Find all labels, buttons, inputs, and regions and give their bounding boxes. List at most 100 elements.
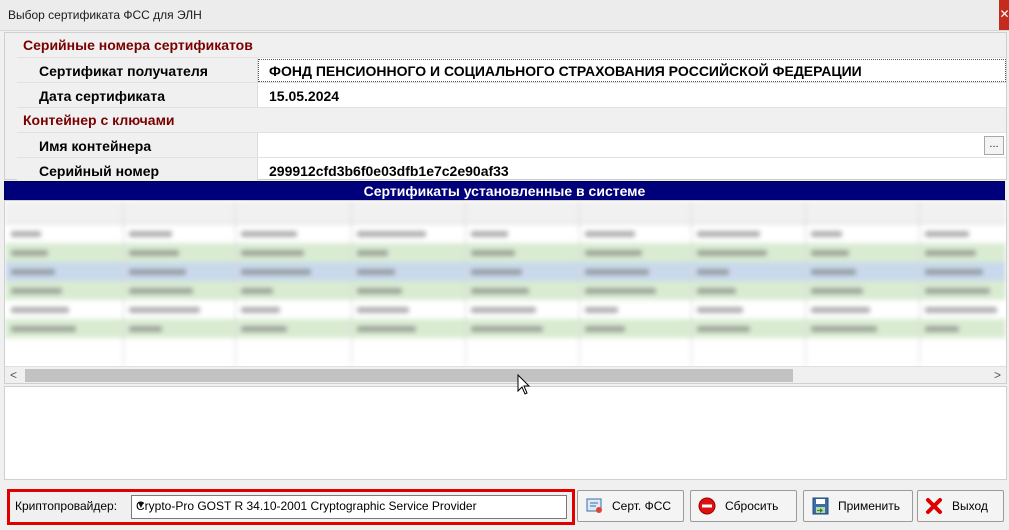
grid-cell-blurred (471, 307, 536, 313)
grid-cell-blurred (471, 326, 543, 332)
grid-cell-blurred (925, 231, 969, 237)
grid-cell-blurred (11, 307, 69, 313)
exit-label: Выход (952, 499, 988, 513)
window-title: Выбор сертификата ФСС для ЭЛН (8, 8, 202, 22)
grid-cell-blurred (811, 250, 849, 256)
title-bar: Выбор сертификата ФСС для ЭЛН ✕ (0, 0, 1009, 31)
grid-cell-blurred (811, 288, 863, 294)
provider-label: Криптопровайдер: (15, 499, 118, 513)
grid-row[interactable] (5, 300, 1006, 319)
certificates-grid-title: Сертификаты установленные в системе (4, 181, 1005, 201)
grid-cell-blurred (129, 231, 172, 237)
horizontal-scrollbar[interactable]: < > (5, 366, 1006, 383)
container-label-cell: Имя контейнера (17, 133, 258, 157)
grid-cell-blurred (471, 288, 529, 294)
grid-column-divider (465, 201, 466, 366)
grid-column-divider (123, 201, 124, 366)
grid-cell-blurred (129, 288, 193, 294)
grid-cell-blurred (925, 250, 976, 256)
grid-cell-blurred (11, 269, 55, 275)
property-row-recipient[interactable]: Сертификат получателя ФОНД ПЕНСИОННОГО И… (17, 58, 1006, 83)
grid-cell-blurred (925, 307, 997, 313)
grid-cell-blurred (811, 269, 856, 275)
serial-label-cell: Серийный номер (17, 158, 258, 182)
certificates-grid[interactable]: < > (4, 200, 1007, 384)
serial-label: Серийный номер (39, 163, 160, 179)
grid-row[interactable] (5, 262, 1006, 281)
grid-cell-blurred (925, 269, 983, 275)
cert-fss-label: Серт. ФСС (612, 499, 672, 513)
grid-cell-blurred (697, 231, 760, 237)
stop-icon (698, 497, 716, 515)
grid-header-row (5, 201, 1006, 224)
grid-row[interactable] (5, 281, 1006, 300)
category-container[interactable]: Контейнер с ключами (17, 108, 1006, 133)
grid-cell-blurred (241, 307, 280, 313)
date-value: 15.05.2024 (269, 88, 340, 104)
category-serials[interactable]: Серийные номера сертификатов (17, 33, 1006, 58)
grid-column-divider (579, 201, 580, 366)
bottom-toolbar: Криптопровайдер: Crypto-Pro GOST R 34.10… (0, 484, 1009, 530)
reset-button[interactable]: Сбросить (690, 490, 797, 522)
exit-button[interactable]: Выход (917, 490, 1004, 522)
property-row-serial[interactable]: Серийный номер 299912cfd3b6f0e03dfb1e7c2… (17, 158, 1006, 183)
container-label: Имя контейнера (39, 138, 152, 154)
grid-cell-blurred (585, 269, 649, 275)
grid-cell-blurred (241, 269, 311, 275)
date-label-cell: Дата сертификата (17, 83, 258, 107)
grid-cell-blurred (357, 231, 426, 237)
property-panel: Серийные номера сертификатов Сертификат … (4, 32, 1007, 183)
grid-cell-blurred (585, 288, 656, 294)
grid-cell-blurred (925, 288, 990, 294)
grid-cell-blurred (241, 231, 297, 237)
provider-select[interactable]: Crypto-Pro GOST R 34.10-2001 Cryptograph… (131, 495, 567, 519)
grid-cell-blurred (241, 250, 304, 256)
grid-cell-blurred (11, 326, 76, 332)
grid-cell-blurred (811, 307, 870, 313)
property-row-date[interactable]: Дата сертификата 15.05.2024 (17, 83, 1006, 108)
scroll-thumb[interactable] (25, 369, 793, 382)
certificate-icon (586, 498, 602, 513)
grid-row[interactable] (5, 319, 1006, 338)
save-icon (812, 497, 829, 515)
grid-cell-blurred (471, 231, 508, 237)
grid-cell-blurred (11, 250, 48, 256)
grid-cell-blurred (11, 231, 41, 237)
apply-button[interactable]: Применить (803, 490, 913, 522)
property-gutter (5, 33, 17, 179)
recipient-label-cell: Сертификат получателя (17, 58, 258, 82)
grid-cell-blurred (471, 269, 522, 275)
grid-cell-blurred (129, 269, 186, 275)
grid-row[interactable] (5, 243, 1006, 262)
grid-cell-blurred (129, 250, 179, 256)
scroll-right-icon[interactable]: > (989, 367, 1006, 383)
date-label: Дата сертификата (39, 88, 165, 104)
certificates-grid-blurred-content (5, 201, 1006, 366)
provider-highlight: Криптопровайдер: Crypto-Pro GOST R 34.10… (7, 489, 575, 525)
exit-x-icon (926, 498, 942, 514)
grid-cell-blurred (11, 288, 62, 294)
grid-column-divider (235, 201, 236, 366)
dropdown-arrow-icon[interactable]: ▼ (136, 500, 563, 511)
grid-cell-blurred (811, 231, 842, 237)
container-browse-button[interactable]: ... (984, 136, 1004, 155)
grid-cell-blurred (585, 231, 635, 237)
scroll-left-icon[interactable]: < (5, 367, 22, 383)
property-row-container[interactable]: Имя контейнера ... (17, 133, 1006, 158)
grid-column-divider (919, 201, 920, 366)
grid-cell-blurred (357, 307, 409, 313)
grid-row[interactable] (5, 224, 1006, 243)
reset-label: Сбросить (725, 499, 779, 513)
grid-cell-blurred (241, 288, 273, 294)
grid-column-divider (691, 201, 692, 366)
close-button[interactable]: ✕ (999, 0, 1009, 30)
serial-value: 299912cfd3b6f0e03dfb1e7c2e90af33 (269, 163, 509, 179)
grid-cell-blurred (585, 250, 642, 256)
grid-cell-blurred (357, 288, 402, 294)
grid-cell-blurred (697, 326, 750, 332)
cert-fss-button[interactable]: Серт. ФСС (577, 490, 684, 522)
info-memo[interactable] (4, 386, 1007, 480)
grid-cell-blurred (357, 250, 388, 256)
apply-label: Применить (838, 499, 901, 513)
recipient-label: Сертификат получателя (39, 63, 208, 79)
